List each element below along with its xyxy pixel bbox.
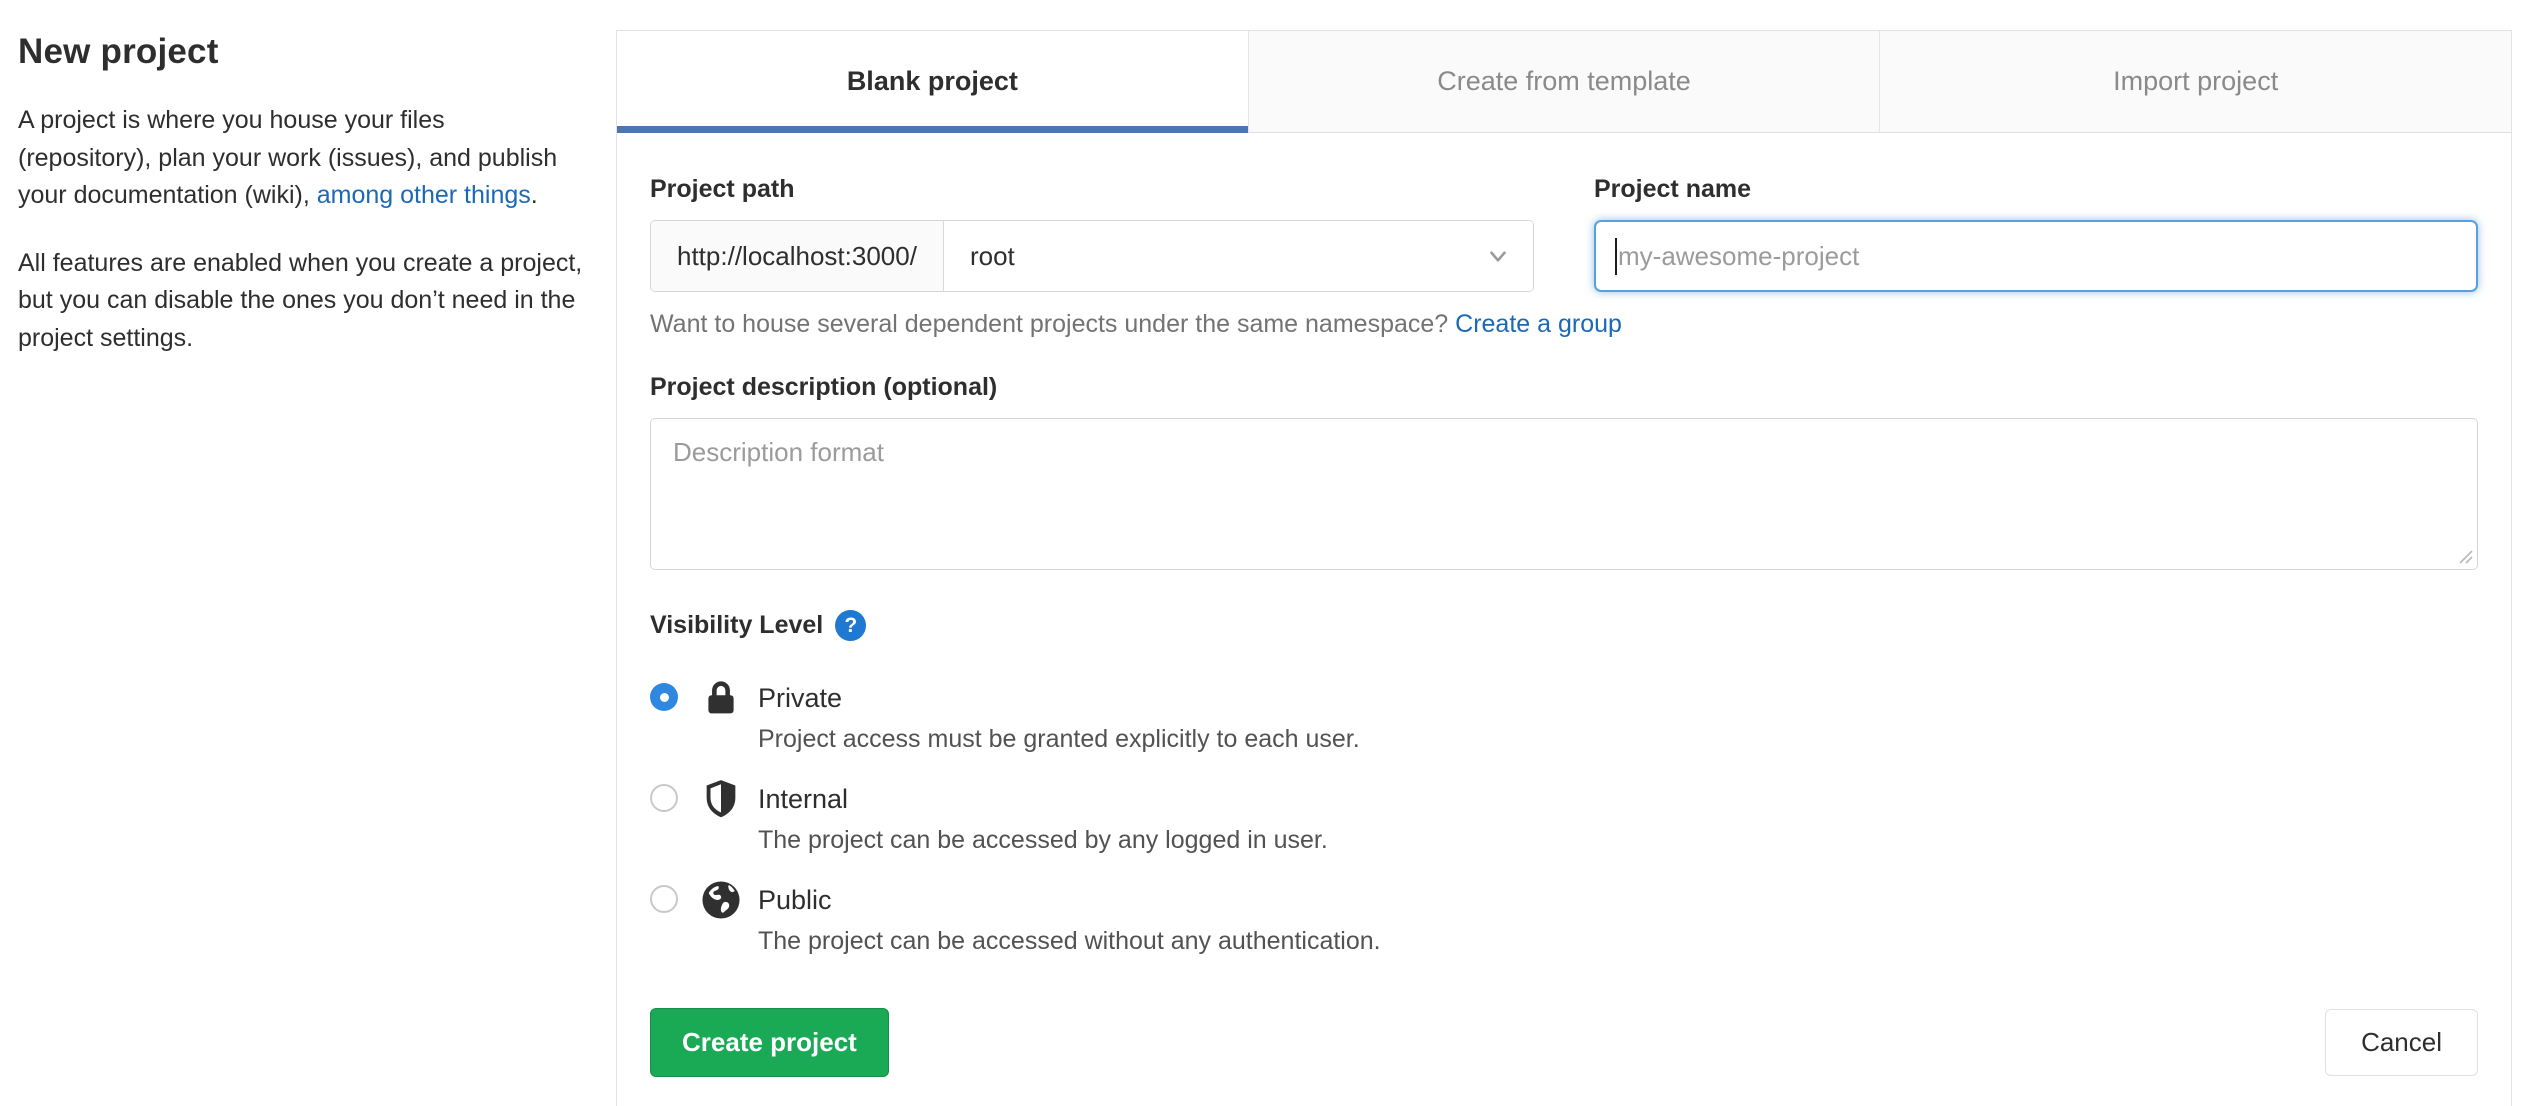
internal-option-label[interactable]: Internal [758, 778, 1328, 820]
visibility-option-public: Public The project can be accessed witho… [650, 879, 2478, 956]
sidebar-description-2: All features are enabled when you create… [18, 248, 583, 352]
namespace-select[interactable]: root [943, 221, 1533, 291]
internal-radio[interactable] [650, 784, 678, 812]
private-option-description: Project access must be granted explicitl… [758, 725, 1360, 753]
project-name-input[interactable] [1594, 220, 2478, 292]
project-path-label: Project path [650, 175, 795, 203]
tab-bar: Blank project Create from template Impor… [617, 31, 2511, 133]
internal-option-description: The project can be accessed by any logge… [758, 826, 1328, 854]
project-name-label: Project name [1594, 175, 1752, 203]
new-project-page: New project A project is where you house… [0, 0, 2532, 1106]
namespace-hint-text: Want to house several dependent projects… [650, 310, 1449, 338]
cancel-button[interactable]: Cancel [2325, 1009, 2478, 1076]
sidebar: New project A project is where you house… [18, 30, 616, 1106]
tab-import-project[interactable]: Import project [1880, 31, 2511, 132]
text-caret [1615, 238, 1617, 275]
tab-blank-project[interactable]: Blank project [617, 31, 1249, 133]
private-radio[interactable] [650, 683, 678, 711]
lock-icon [708, 681, 734, 714]
project-description-textarea[interactable] [650, 418, 2478, 570]
public-option-label[interactable]: Public [758, 879, 1381, 921]
public-radio[interactable] [650, 885, 678, 913]
visibility-option-internal: Internal The project can be accessed by … [650, 778, 2478, 855]
resize-handle-icon[interactable] [2458, 549, 2474, 565]
project-description-label: Project description (optional) [650, 373, 998, 401]
shield-icon [706, 780, 736, 818]
public-option-description: The project can be accessed without any … [758, 927, 1381, 955]
globe-icon [702, 881, 740, 919]
visibility-option-private: Private Project access must be granted e… [650, 677, 2478, 754]
tab-create-from-template[interactable]: Create from template [1249, 31, 1881, 132]
page-title: New project [18, 32, 219, 71]
create-a-group-link[interactable]: Create a group [1455, 310, 1622, 338]
private-option-label[interactable]: Private [758, 677, 1360, 719]
namespace-selected-value: root [969, 240, 1015, 271]
project-path-group: http://localhost:3000/ root [650, 220, 1534, 292]
new-project-panel: Blank project Create from template Impor… [616, 30, 2512, 1106]
namespace-hint: Want to house several dependent projects… [650, 310, 2478, 339]
sidebar-description-1-period: . [530, 181, 538, 209]
visibility-level-label: Visibility Level [650, 611, 824, 639]
visibility-options: Private Project access must be granted e… [650, 677, 2478, 956]
create-project-button[interactable]: Create project [650, 1008, 889, 1077]
help-icon[interactable]: ? [835, 610, 867, 641]
blank-project-form: Project path http://localhost:3000/ root… [617, 133, 2511, 1106]
sidebar-description-1: A project is where you house your files … [18, 102, 583, 215]
among-other-things-link[interactable]: among other things [317, 181, 531, 209]
url-prefix-addon: http://localhost:3000/ [651, 221, 944, 291]
chevron-down-icon [1490, 251, 1506, 262]
